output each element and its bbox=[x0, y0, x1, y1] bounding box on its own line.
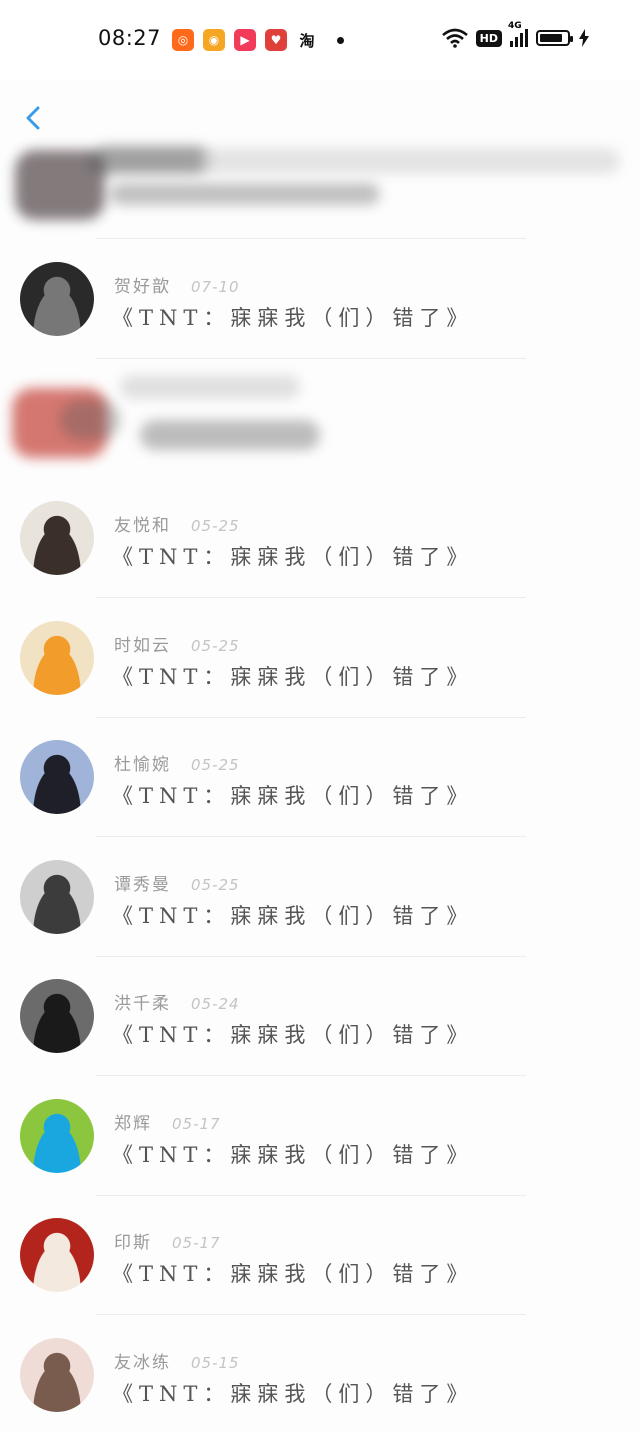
avatar[interactable] bbox=[20, 740, 94, 814]
avatar[interactable] bbox=[20, 262, 94, 336]
sender-line: 杜愉婉 05-25 bbox=[114, 750, 240, 775]
divider bbox=[96, 597, 526, 598]
divider bbox=[96, 836, 526, 837]
message-row[interactable]: 友冰练 05-15 《TNT：寐寐我（们）错了》 bbox=[0, 1316, 640, 1433]
message-text: 《TNT：寐寐我（们）错了》 bbox=[112, 1382, 474, 1406]
message-date: 05-25 bbox=[191, 517, 240, 535]
message-row[interactable]: 谭秀曼 05-25 《TNT：寐寐我（们）错了》 bbox=[0, 838, 640, 957]
battery-icon bbox=[536, 30, 573, 46]
signal-icon: 4G bbox=[508, 21, 528, 47]
system-icons: HD 4G bbox=[441, 21, 590, 48]
message-list-screen: 08:27 ◎ ◉ ▶ ♥ 淘 HD 4G 贺好歆 07-10 《TNT：寐寐我… bbox=[0, 0, 640, 1433]
divider bbox=[96, 1075, 526, 1076]
sender-name: 谭秀曼 bbox=[114, 875, 171, 895]
message-date: 05-24 bbox=[191, 995, 240, 1013]
sender-line: 友悦和 05-25 bbox=[114, 511, 240, 536]
pinduoduo-icon: ♥ bbox=[265, 29, 287, 51]
message-row[interactable]: 郑辉 05-17 《TNT：寐寐我（们）错了》 bbox=[0, 1077, 640, 1196]
message-date: 07-10 bbox=[191, 278, 240, 296]
message-text: 《TNT：寐寐我（们）错了》 bbox=[112, 1262, 474, 1286]
message-text: 《TNT：寐寐我（们）错了》 bbox=[112, 904, 474, 928]
more-notifications-dot bbox=[337, 36, 344, 44]
sender-line: 洪千柔 05-24 bbox=[114, 989, 240, 1014]
message-row[interactable]: 印斯 05-17 《TNT：寐寐我（们）错了》 bbox=[0, 1196, 640, 1315]
message-text: 《TNT：寐寐我（们）错了》 bbox=[112, 1143, 474, 1167]
message-row[interactable]: 贺好歆 07-10 《TNT：寐寐我（们）错了》 bbox=[0, 240, 640, 359]
sender-line: 印斯 05-17 bbox=[114, 1228, 221, 1253]
avatar[interactable] bbox=[20, 1338, 94, 1412]
avatar[interactable] bbox=[20, 860, 94, 934]
sender-name: 友悦和 bbox=[114, 516, 171, 536]
message-date: 05-15 bbox=[191, 1354, 240, 1372]
battery-level bbox=[540, 34, 562, 42]
sender-line: 友冰练 05-15 bbox=[114, 1348, 240, 1373]
sender-line: 谭秀曼 05-25 bbox=[114, 870, 240, 895]
hd-badge: HD bbox=[475, 29, 502, 47]
message-date: 05-25 bbox=[191, 637, 240, 655]
sender-name: 洪千柔 bbox=[114, 994, 171, 1014]
message-row[interactable]: 洪千柔 05-24 《TNT：寐寐我（们）错了》 bbox=[0, 957, 640, 1076]
message-date: 05-17 bbox=[172, 1234, 221, 1252]
avatar[interactable] bbox=[20, 1099, 94, 1173]
notification-icons: ◎ ◉ ▶ ♥ 淘 bbox=[172, 29, 344, 51]
sender-name: 郑辉 bbox=[114, 1114, 152, 1134]
avatar[interactable] bbox=[20, 1218, 94, 1292]
message-text: 《TNT：寐寐我（们）错了》 bbox=[112, 784, 474, 808]
avatar[interactable] bbox=[20, 621, 94, 695]
sender-line: 郑辉 05-17 bbox=[114, 1109, 221, 1134]
status-bar: 08:27 ◎ ◉ ▶ ♥ 淘 HD 4G bbox=[0, 0, 640, 80]
charging-icon bbox=[579, 29, 589, 47]
sender-name: 贺好歆 bbox=[114, 277, 171, 297]
network-type-label: 4G bbox=[508, 21, 522, 31]
message-row[interactable]: 时如云 05-25 《TNT：寐寐我（们）错了》 bbox=[0, 599, 640, 718]
sender-name: 印斯 bbox=[114, 1233, 152, 1253]
obscured-row bbox=[0, 360, 640, 475]
sender-name: 时如云 bbox=[114, 636, 171, 656]
avatar[interactable] bbox=[20, 979, 94, 1053]
message-row[interactable]: 友悦和 05-25 《TNT：寐寐我（们）错了》 bbox=[0, 479, 640, 598]
taobao-icon: 淘 bbox=[296, 29, 318, 51]
status-time: 08:27 bbox=[98, 26, 162, 50]
sender-name: 杜愉婉 bbox=[114, 755, 171, 775]
divider bbox=[96, 1314, 526, 1315]
message-date: 05-25 bbox=[191, 756, 240, 774]
kuaishou-icon: ◎ bbox=[172, 29, 194, 51]
message-text: 《TNT：寐寐我（们）错了》 bbox=[112, 665, 474, 689]
weibo-icon: ◉ bbox=[203, 29, 225, 51]
message-text: 《TNT：寐寐我（们）错了》 bbox=[112, 545, 474, 569]
message-text: 《TNT：寐寐我（们）错了》 bbox=[112, 1023, 474, 1047]
message-date: 05-25 bbox=[191, 876, 240, 894]
message-text: 《TNT：寐寐我（们）错了》 bbox=[112, 306, 474, 330]
sender-name: 友冰练 bbox=[114, 1353, 171, 1373]
message-date: 05-17 bbox=[172, 1115, 221, 1133]
divider bbox=[96, 358, 526, 359]
video-play-icon: ▶ bbox=[234, 29, 256, 51]
avatar[interactable] bbox=[20, 501, 94, 575]
obscured-row bbox=[0, 128, 640, 238]
divider bbox=[96, 238, 526, 239]
sender-line: 时如云 05-25 bbox=[114, 631, 240, 656]
message-row[interactable]: 杜愉婉 05-25 《TNT：寐寐我（们）错了》 bbox=[0, 718, 640, 837]
sender-line: 贺好歆 07-10 bbox=[114, 272, 240, 297]
wifi-icon bbox=[441, 28, 468, 48]
